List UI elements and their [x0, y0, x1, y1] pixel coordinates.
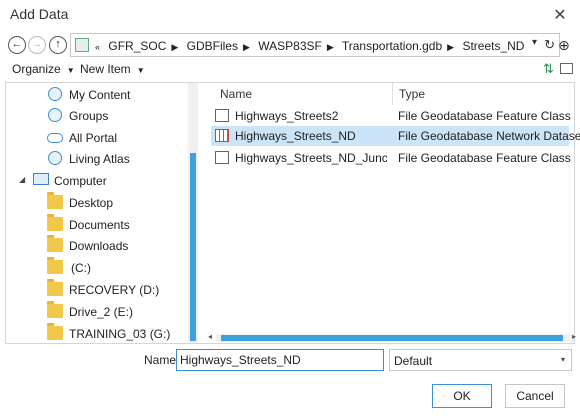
- close-icon[interactable]: ✕: [550, 5, 570, 25]
- sidebar-item-living-atlas[interactable]: Living Atlas: [6, 149, 186, 169]
- geodatabase-icon: [75, 38, 89, 52]
- folder-icon: [47, 235, 63, 252]
- file-name: Highways_Streets_ND_Junctions: [235, 151, 387, 165]
- window-title: Add Data: [10, 6, 69, 22]
- file-type: File Geodatabase Network Dataset: [398, 129, 580, 143]
- add-location-icon[interactable]: ⊕: [555, 33, 573, 57]
- forward-button[interactable]: →: [28, 36, 46, 54]
- folder-icon: [47, 214, 63, 231]
- sidebar-item-label: Computer: [54, 174, 107, 188]
- title-bar: Add Data ✕: [0, 0, 580, 30]
- sidebar-item-label: All Portal: [69, 131, 118, 145]
- navigation-scrollbar[interactable]: [188, 83, 198, 343]
- chevron-down-icon: ▼: [66, 66, 75, 75]
- sort-icon[interactable]: ⇅: [543, 61, 554, 77]
- scroll-right-icon[interactable]: ▸: [572, 332, 576, 341]
- line-feature-class-icon: [215, 109, 229, 122]
- refresh-icon[interactable]: ↻: [544, 37, 555, 53]
- up-button[interactable]: ↑: [49, 36, 67, 54]
- table-row[interactable]: Highways_Streets2 File Geodatabase Featu…: [211, 106, 571, 126]
- ok-button[interactable]: OK: [432, 384, 492, 408]
- cloud-icon: [47, 133, 63, 143]
- organize-menu[interactable]: Organize ▼: [12, 62, 75, 76]
- sidebar-item-desktop[interactable]: Desktop: [6, 192, 186, 213]
- breadcrumb-overflow[interactable]: «: [95, 42, 100, 52]
- cancel-button[interactable]: Cancel: [505, 384, 565, 408]
- sidebar-item-training-03[interactable]: TRAINING_03 (G:): [6, 323, 186, 344]
- path-dropdown-icon[interactable]: ▾: [532, 37, 537, 48]
- new-item-label: New Item: [80, 62, 131, 76]
- sidebar-item-recovery[interactable]: RECOVERY (D:): [6, 279, 186, 300]
- globe-icon: [48, 151, 62, 165]
- name-input[interactable]: [176, 349, 384, 371]
- globe-icon: [48, 108, 62, 122]
- sidebar-item-label: TRAINING_03 (G:): [69, 327, 171, 341]
- browser-panes: My Content Groups All Portal Living Atla…: [5, 82, 580, 344]
- folder-icon: [47, 279, 63, 296]
- column-header-type[interactable]: Type: [399, 87, 425, 101]
- sidebar-item-groups[interactable]: Groups: [6, 106, 186, 126]
- computer-icon: [33, 173, 49, 185]
- point-feature-class-icon: [215, 151, 229, 164]
- toolbar: Organize ▼ New Item ▼ ⇅: [0, 60, 580, 80]
- breadcrumb-item[interactable]: GFR_SOC: [108, 39, 166, 53]
- folder-icon: [47, 323, 63, 340]
- name-label: Name: [144, 353, 177, 367]
- sidebar-item-label: Drive_2 (E:): [69, 305, 134, 319]
- sidebar-item-label: My Content: [69, 88, 131, 102]
- sidebar-item-c-drive[interactable]: (C:): [6, 257, 186, 278]
- sidebar-item-label: Living Atlas: [69, 152, 130, 166]
- network-dataset-icon: [215, 129, 229, 142]
- sidebar-item-label: (C:): [71, 261, 91, 275]
- breadcrumb-item[interactable]: Transportation.gdb: [342, 39, 442, 53]
- back-button[interactable]: ←: [8, 36, 26, 54]
- navigation-pane: My Content Groups All Portal Living Atla…: [6, 83, 198, 343]
- column-header-name[interactable]: Name: [220, 87, 252, 101]
- sidebar-item-label: Documents: [69, 218, 130, 232]
- sidebar-item-label: Downloads: [69, 239, 129, 253]
- filter-select[interactable]: Default ▾: [389, 349, 572, 371]
- breadcrumb: « GFR_SOC ▶ GDBFiles ▶ WASP83SF ▶ Transport…: [95, 39, 525, 53]
- file-type: File Geodatabase Feature Class: [398, 109, 571, 123]
- breadcrumb-item[interactable]: Streets_ND: [462, 39, 524, 53]
- sidebar-item-label: Groups: [69, 109, 109, 123]
- sidebar-item-downloads[interactable]: Downloads: [6, 235, 186, 256]
- sidebar-item-my-content[interactable]: My Content: [6, 85, 186, 105]
- table-row[interactable]: Highways_Streets_ND File Geodatabase Net…: [211, 126, 580, 146]
- sidebar-item-label: RECOVERY (D:): [69, 283, 160, 297]
- file-name: Highways_Streets2: [235, 109, 339, 123]
- file-list: Name Type Highways_Streets2 File Geodata…: [206, 83, 580, 343]
- column-header-row: Name Type: [206, 83, 574, 105]
- view-options-icon[interactable]: [560, 63, 573, 74]
- globe-icon: [48, 87, 62, 101]
- sidebar-item-documents[interactable]: Documents: [6, 214, 186, 235]
- column-divider[interactable]: [392, 83, 393, 105]
- path-box[interactable]: « GFR_SOC ▶ GDBFiles ▶ WASP83SF ▶ Transport…: [70, 33, 560, 57]
- breadcrumb-item[interactable]: GDBFiles: [187, 39, 238, 53]
- name-row: Name Default ▾: [0, 348, 580, 372]
- expand-icon[interactable]: ◢: [19, 175, 25, 184]
- breadcrumb-item[interactable]: WASP83SF: [258, 39, 322, 53]
- filter-value: Default: [394, 354, 433, 368]
- table-row[interactable]: Highways_Streets_ND_Junctions File Geoda…: [211, 148, 571, 168]
- sidebar-item-all-portal[interactable]: All Portal: [6, 128, 186, 148]
- scroll-left-icon[interactable]: ◂: [208, 332, 212, 341]
- sidebar-item-drive-2[interactable]: Drive_2 (E:): [6, 301, 186, 322]
- sidebar-item-label: Desktop: [69, 196, 114, 210]
- new-item-menu[interactable]: New Item ▼: [80, 62, 145, 76]
- horizontal-scrollbar[interactable]: ◂ ▸: [208, 332, 576, 342]
- chevron-down-icon: ▼: [136, 66, 145, 75]
- folder-icon: [47, 257, 63, 274]
- chevron-down-icon: ▾: [560, 355, 565, 364]
- sidebar-item-computer[interactable]: ◢ Computer: [6, 171, 186, 191]
- address-bar: ← → ↑ « GFR_SOC ▶ GDBFiles ▶ WASP83SF ▶ Tra…: [8, 33, 570, 57]
- file-name: Highways_Streets_ND: [235, 129, 356, 143]
- file-type: File Geodatabase Feature Class: [398, 151, 571, 165]
- organize-label: Organize: [12, 62, 61, 76]
- folder-icon: [47, 301, 63, 318]
- scrollbar-thumb[interactable]: [190, 153, 196, 341]
- scrollbar-thumb[interactable]: [221, 335, 563, 341]
- folder-icon: [47, 192, 63, 209]
